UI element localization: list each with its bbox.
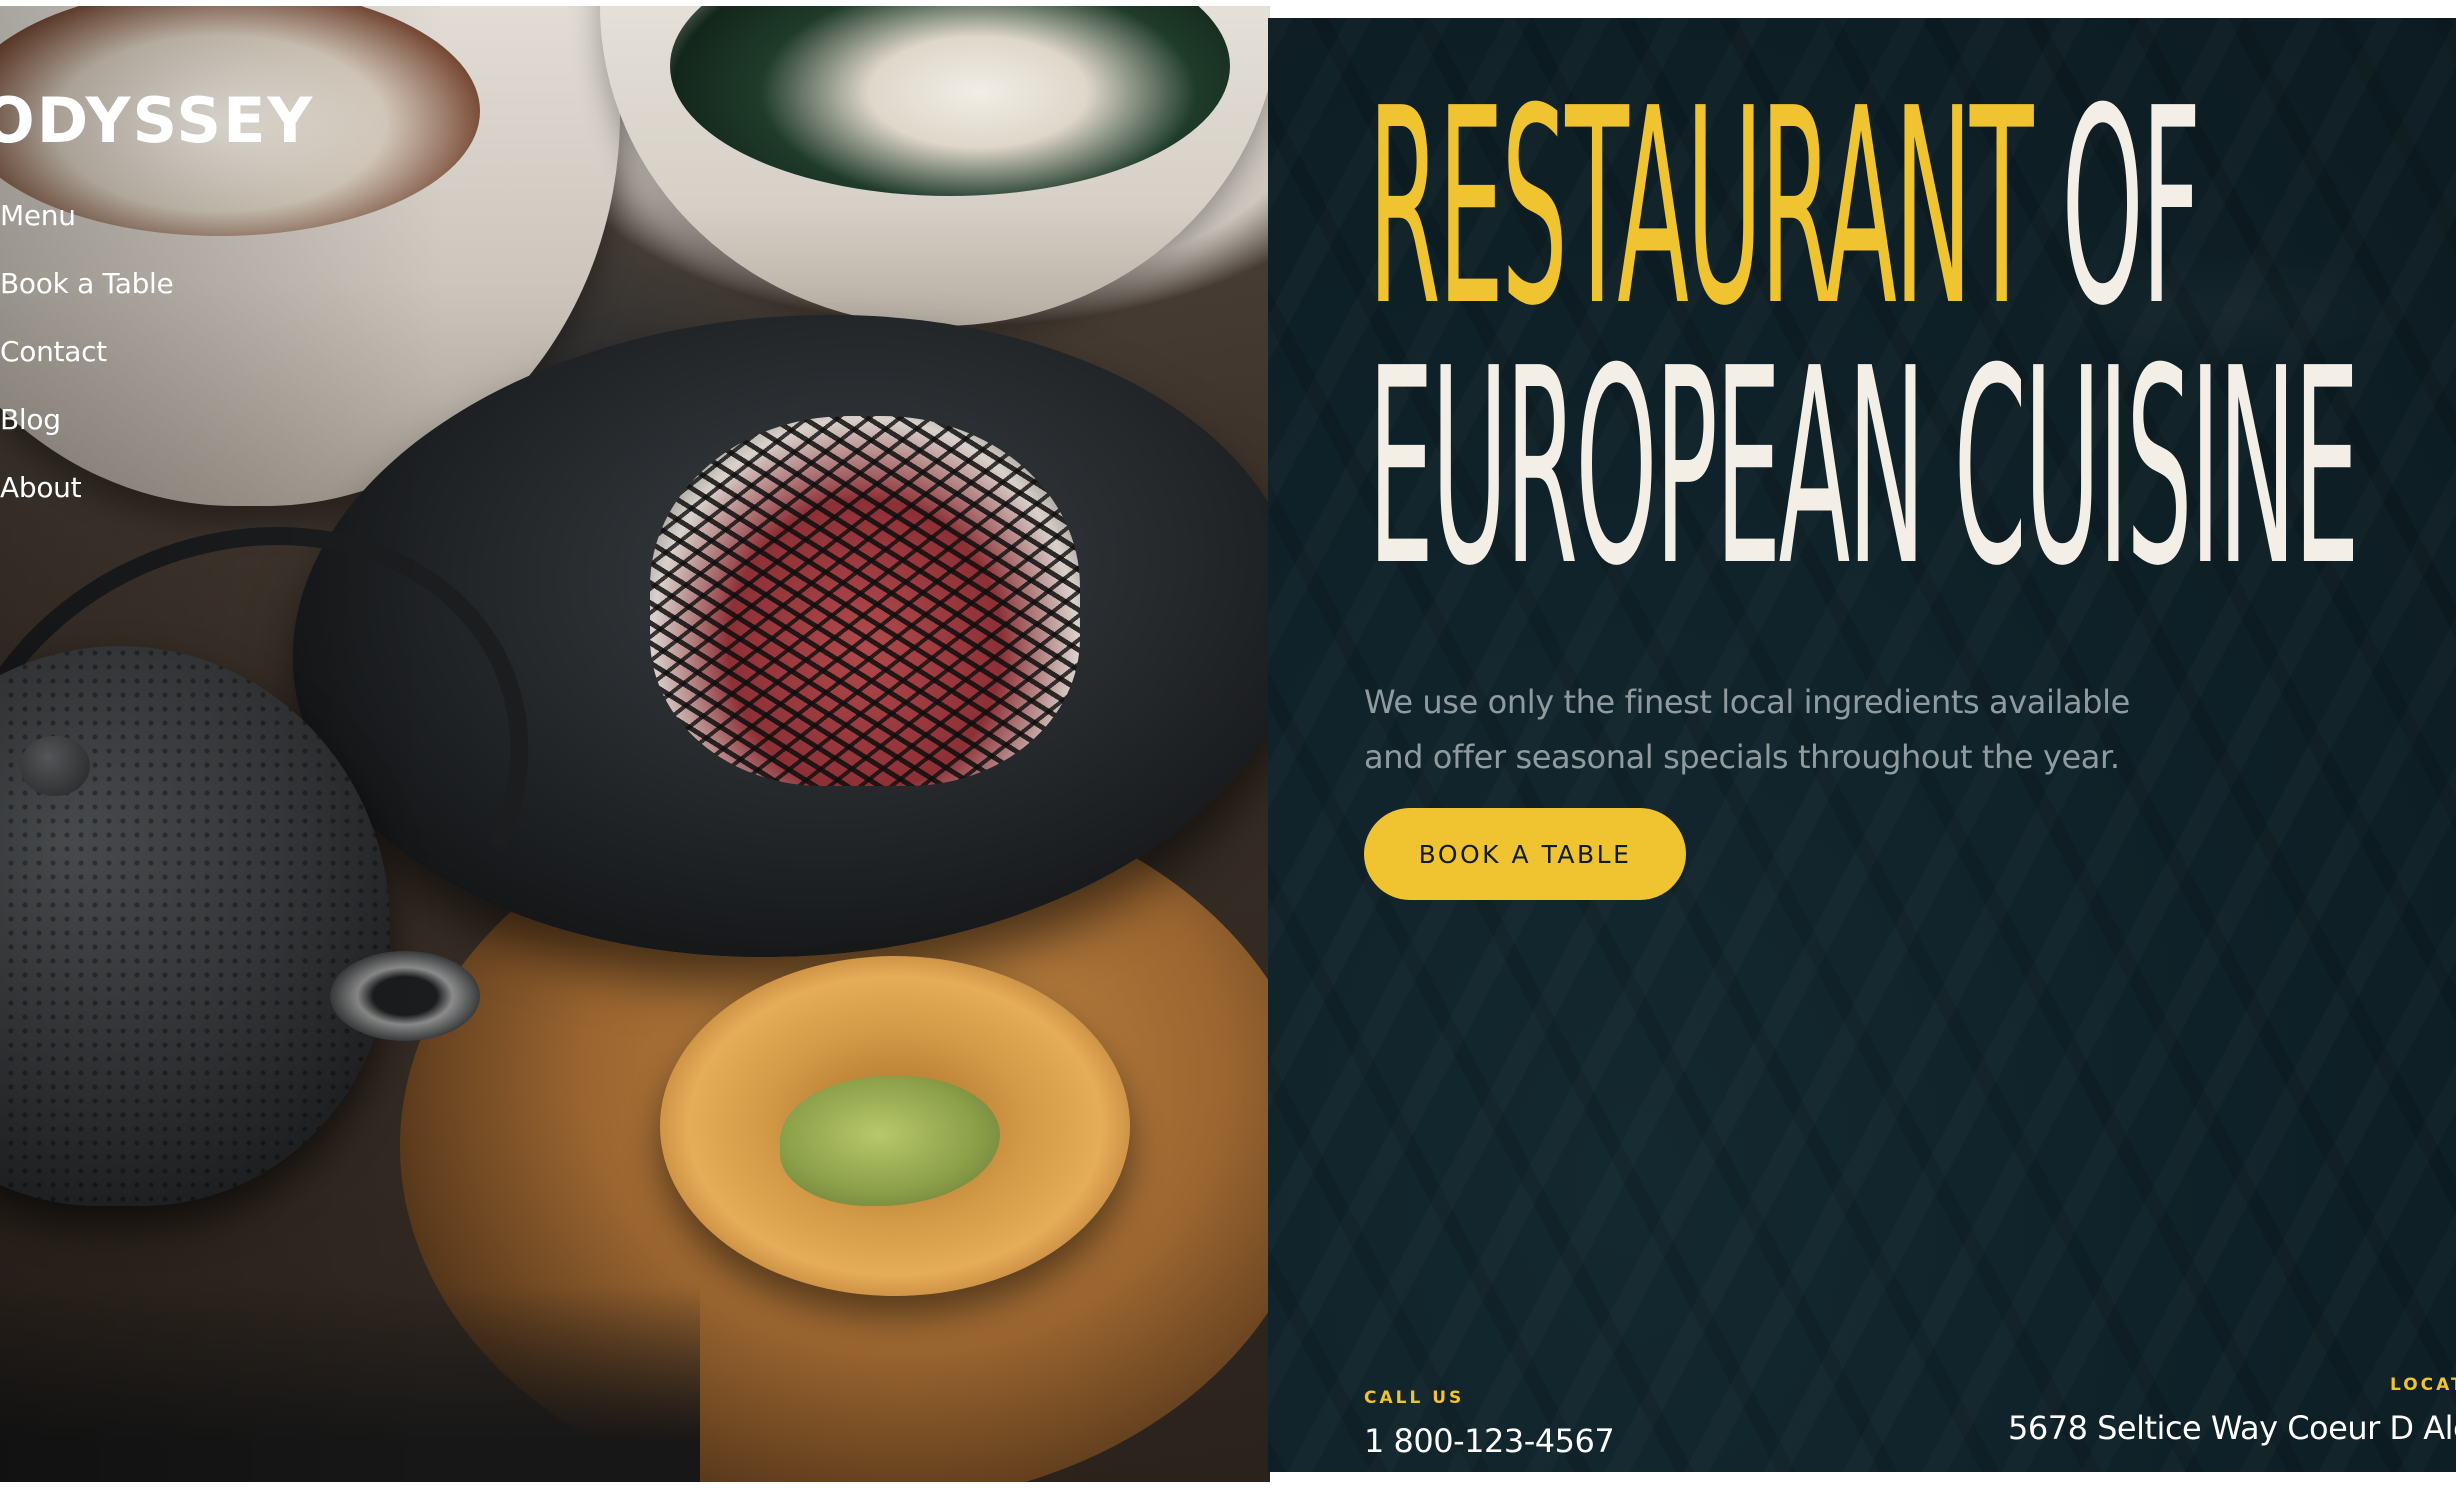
nav-item-book-a-table[interactable]: Book a Table (0, 264, 174, 332)
main-nav: Menu Book a Table Contact Blog About (0, 196, 174, 536)
photo-overlay (0, 6, 1270, 1482)
call-us-label: CALL US (1364, 1388, 1465, 1408)
headline-line2: EUROPEAN CUISINE (1368, 310, 2360, 625)
hero-photo: ODYSSEY Menu Book a Table Contact Blog A… (0, 6, 1270, 1482)
nav-item-blog[interactable]: Blog (0, 400, 173, 468)
hero-panel: RESTAURANT OF EUROPEAN CUISINE We use on… (1268, 18, 2456, 1472)
hero-headline: RESTAURANT OF EUROPEAN CUISINE (1368, 73, 2360, 603)
brand-logo[interactable]: ODYSSEY (0, 84, 314, 157)
location-address: 5678 Seltice Way Coeur D Ale (2008, 1409, 2456, 1447)
hero-subtitle: We use only the finest local ingredients… (1364, 683, 2130, 776)
phone-number[interactable]: 1 800-123-4567 (1364, 1422, 1615, 1460)
book-a-table-button[interactable]: BOOK A TABLE (1364, 808, 1686, 900)
location-label: LOCAT (2390, 1375, 2456, 1395)
nav-item-about[interactable]: About (0, 468, 173, 536)
nav-item-menu[interactable]: Menu (0, 196, 173, 264)
nav-item-contact[interactable]: Contact (0, 332, 173, 400)
